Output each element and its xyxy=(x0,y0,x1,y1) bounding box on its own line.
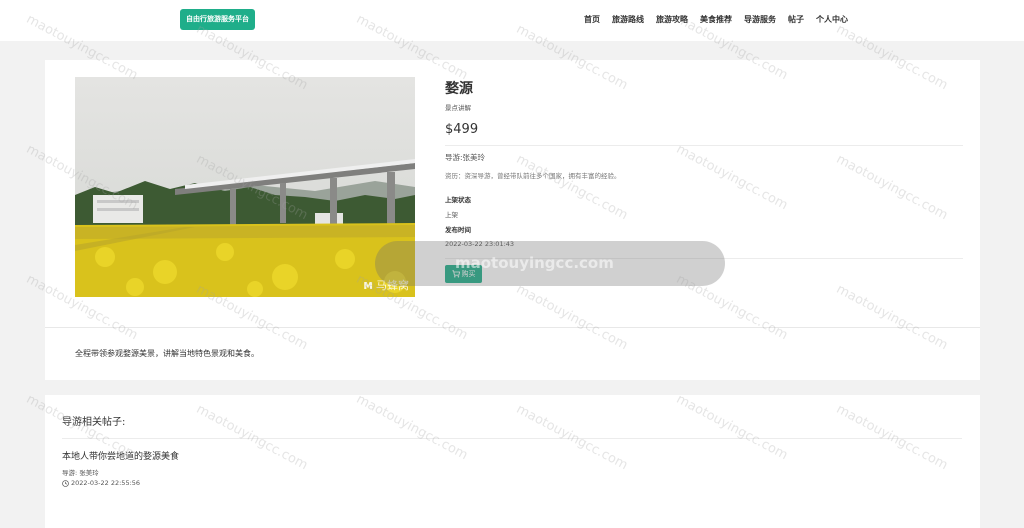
nav-item-posts[interactable]: 帖子 xyxy=(788,14,804,25)
post-guide: 导游: 张美玲 xyxy=(62,469,99,477)
product-price: $499 xyxy=(445,122,479,137)
nav-item-guide-service[interactable]: 导游服务 xyxy=(744,14,776,25)
clock-icon xyxy=(62,479,69,487)
guide-name: 导游:张美玲 xyxy=(445,153,486,162)
divider xyxy=(62,438,962,439)
product-title: 婺源 xyxy=(445,81,473,97)
main-nav: 首页 旅游路线 旅游攻略 美食推荐 导游服务 帖子 个人中心 xyxy=(584,14,848,25)
site-logo-button[interactable]: 自由行旅游服务平台 xyxy=(180,9,255,30)
divider xyxy=(445,145,963,146)
related-posts-card xyxy=(45,395,980,528)
guide-bio: 资历：资深导游，曾经带队前往多个国家，拥有丰富的经验。 xyxy=(445,172,621,180)
post-date-text: 2022-03-22 22:55:56 xyxy=(71,479,141,487)
nav-item-routes[interactable]: 旅游路线 xyxy=(612,14,644,25)
product-subtitle: 景点讲解 xyxy=(445,104,471,112)
nav-item-home[interactable]: 首页 xyxy=(584,14,600,25)
m-logo-icon: ᴍ xyxy=(363,278,373,292)
related-posts-heading: 导游相关帖子: xyxy=(62,417,126,428)
post-date: 2022-03-22 22:55:56 xyxy=(62,479,140,487)
product-photo: ᴍ 马蜂窝 xyxy=(75,77,415,297)
status-value: 上架 xyxy=(445,211,458,219)
watermark-pill-text: maotouyingcc.com xyxy=(455,254,614,272)
post-title-link[interactable]: 本地人带你尝地道的婺源美食 xyxy=(62,449,179,462)
top-navbar: 自由行旅游服务平台 首页 旅游路线 旅游攻略 美食推荐 导游服务 帖子 个人中心 xyxy=(0,0,1024,41)
nav-item-food[interactable]: 美食推荐 xyxy=(700,14,732,25)
product-description: 全程带领参观婺源美景，讲解当地特色景观和美食。 xyxy=(75,349,259,358)
publish-time-label: 发布时间 xyxy=(445,226,471,234)
product-info: 婺源 景点讲解 xyxy=(445,78,963,112)
nav-item-profile[interactable]: 个人中心 xyxy=(816,14,848,25)
nav-item-guides[interactable]: 旅游攻略 xyxy=(656,14,688,25)
status-label: 上架状态 xyxy=(445,196,471,204)
